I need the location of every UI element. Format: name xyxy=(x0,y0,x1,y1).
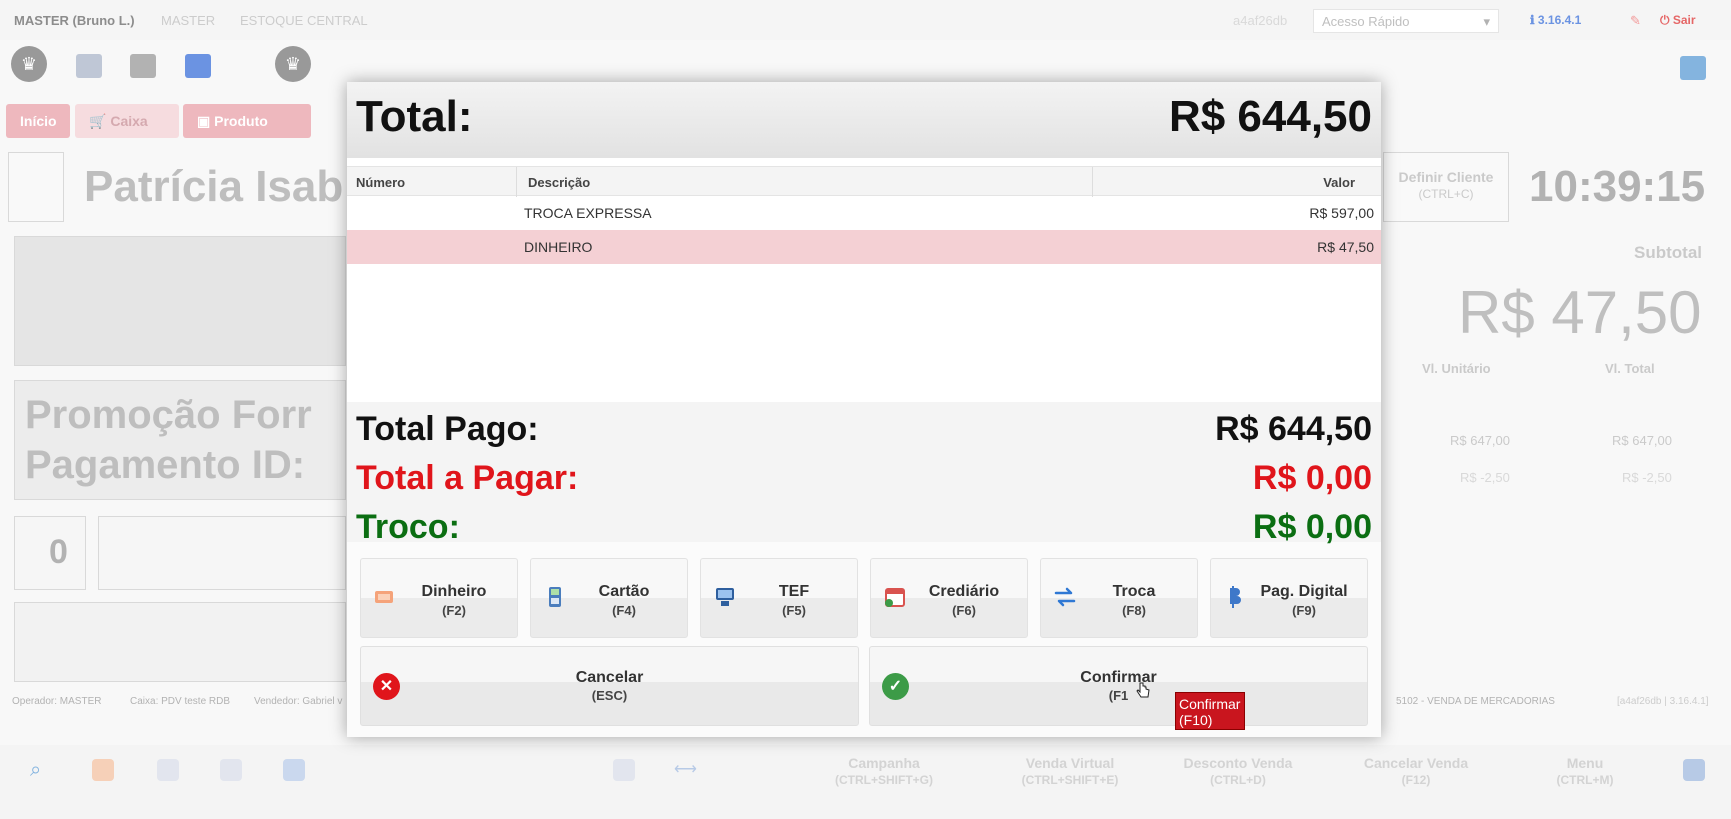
change-label: Troco: xyxy=(356,508,460,546)
modal-header: Total: R$ 644,50 xyxy=(347,82,1381,158)
total-value: R$ 644,50 xyxy=(1168,92,1372,141)
confirm-button[interactable]: ✓ Confirmar (F1 xyxy=(869,646,1368,726)
table-row[interactable]: DINHEIRO R$ 47,50 xyxy=(347,230,1381,264)
row-description: DINHEIRO xyxy=(524,239,593,255)
change-value: R$ 0,00 xyxy=(1252,508,1372,546)
table-row[interactable]: TROCA EXPRESSA R$ 597,00 xyxy=(347,196,1381,230)
total-label: Total: xyxy=(356,92,473,141)
column-divider xyxy=(1092,167,1093,197)
payments-table-header: Número Descrição Valor xyxy=(347,166,1381,197)
change-line: Troco: R$ 0,00 xyxy=(356,508,1372,552)
total-paid-label: Total Pago: xyxy=(356,410,539,448)
totals-panel: Total Pago: R$ 644,50 Total a Pagar: R$ … xyxy=(347,402,1381,546)
exchange-button[interactable]: Troca (F8) xyxy=(1040,558,1198,638)
amount-due-label: Total a Pagar: xyxy=(356,459,579,497)
hand-cursor-icon xyxy=(1136,682,1150,698)
row-value: R$ 597,00 xyxy=(1309,205,1374,221)
amount-due-value: R$ 0,00 xyxy=(1252,459,1372,497)
tef-button[interactable]: TEF (F5) xyxy=(700,558,858,638)
card-button[interactable]: Cartão (F4) xyxy=(530,558,688,638)
column-divider xyxy=(516,167,517,197)
cancel-button[interactable]: ✕ Cancelar (ESC) xyxy=(360,646,859,726)
col-numero: Número xyxy=(356,175,406,190)
digital-payment-button[interactable]: Pag. Digital (F9) xyxy=(1210,558,1368,638)
credit-button[interactable]: Crediário (F6) xyxy=(870,558,1028,638)
total-paid-line: Total Pago: R$ 644,50 xyxy=(356,410,1372,454)
confirm-tooltip: Confirmar (F10) xyxy=(1175,692,1245,730)
payment-modal: Total: R$ 644,50 Número Descrição Valor … xyxy=(347,82,1381,737)
total-paid-value: R$ 644,50 xyxy=(1215,410,1372,448)
cash-button[interactable]: Dinheiro (F2) xyxy=(360,558,518,638)
amount-due-line: Total a Pagar: R$ 0,00 xyxy=(356,459,1372,503)
col-descricao: Descrição xyxy=(528,175,591,190)
row-value: R$ 47,50 xyxy=(1317,239,1374,255)
col-valor: Valor xyxy=(1323,175,1355,190)
row-description: TROCA EXPRESSA xyxy=(524,205,652,221)
